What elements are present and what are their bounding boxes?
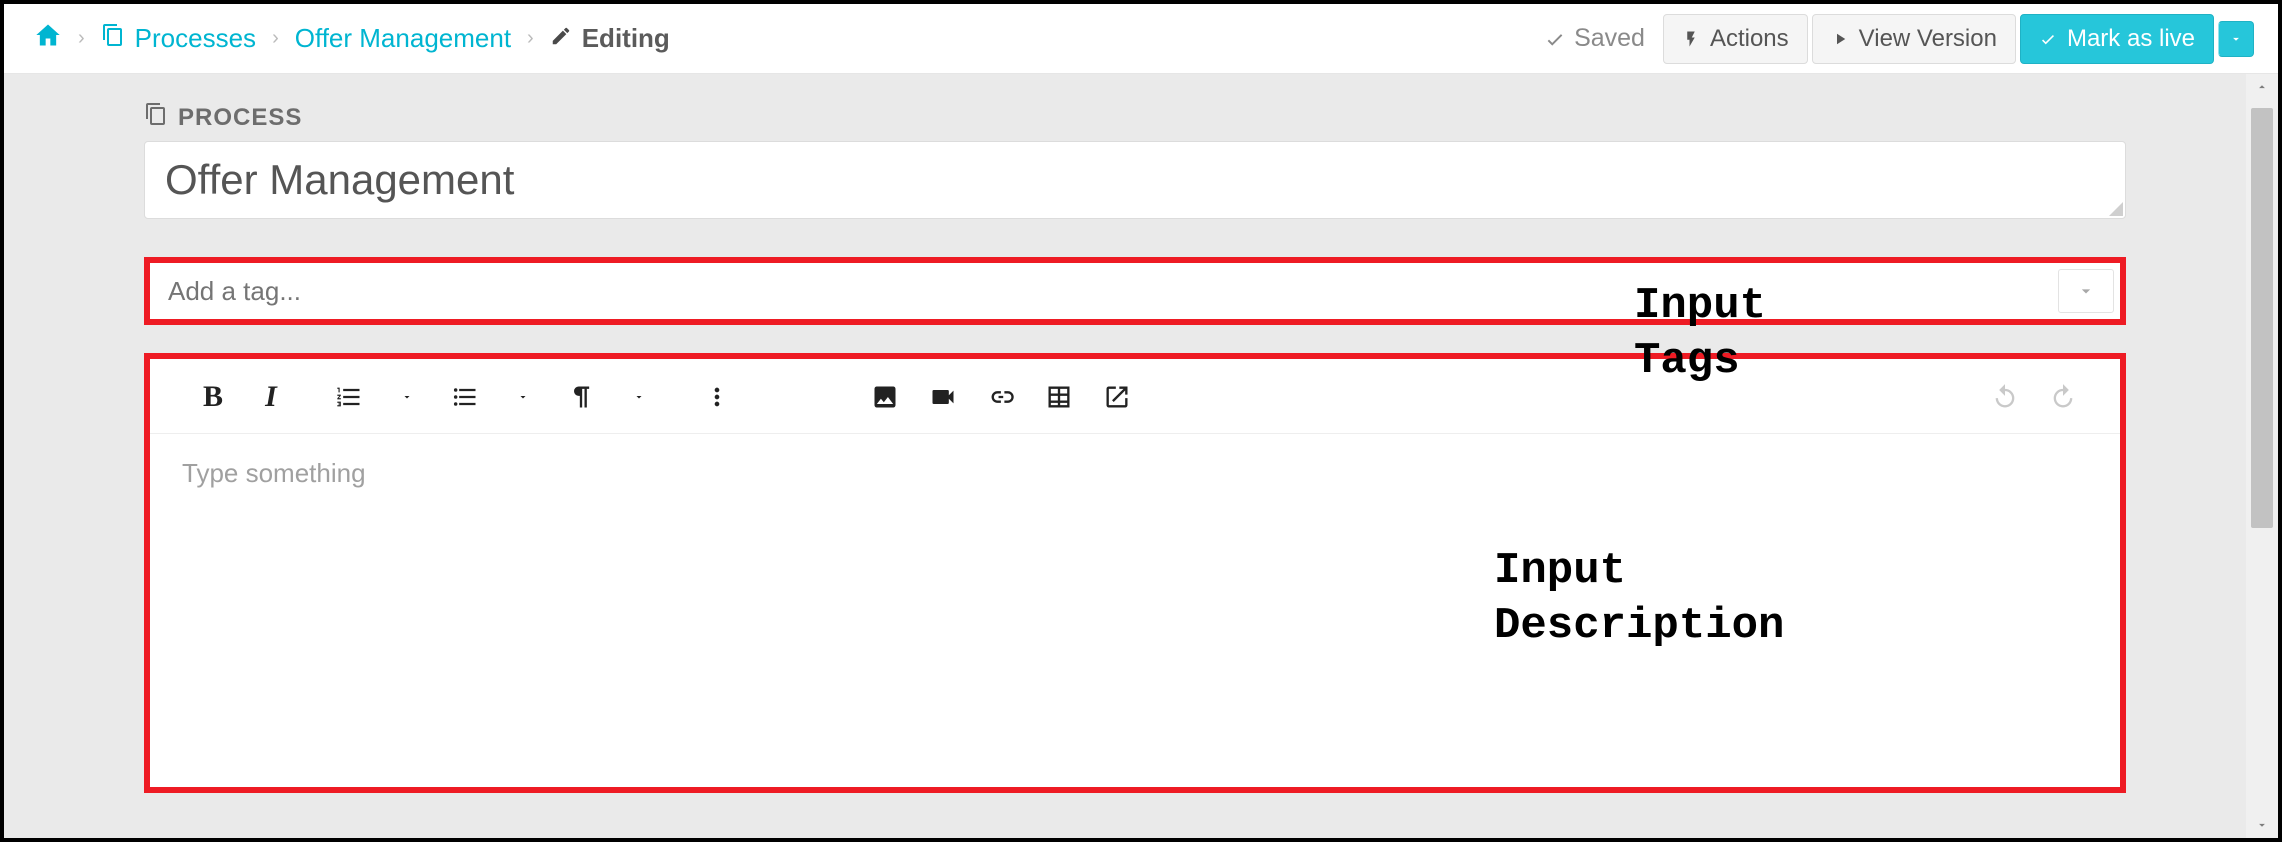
caret-down-icon bbox=[517, 391, 529, 403]
mark-as-live-button-label: Mark as live bbox=[2067, 25, 2195, 53]
title-field[interactable] bbox=[144, 141, 2126, 219]
insert-image-button[interactable] bbox=[856, 375, 914, 419]
video-icon bbox=[929, 383, 957, 411]
copy-icon bbox=[101, 23, 125, 54]
check-icon bbox=[2039, 30, 2057, 48]
editor-toolbar: B I bbox=[150, 359, 2120, 434]
bolt-icon bbox=[1682, 30, 1700, 48]
tag-dropdown-toggle[interactable] bbox=[2058, 269, 2114, 313]
image-icon bbox=[871, 383, 899, 411]
content-viewport: PROCESS B I bbox=[4, 74, 2246, 838]
mark-as-live-dropdown[interactable] bbox=[2218, 21, 2254, 57]
section-label: PROCESS bbox=[144, 102, 2126, 133]
description-editor: B I bbox=[144, 353, 2126, 793]
link-icon bbox=[987, 383, 1015, 411]
tag-field[interactable] bbox=[144, 257, 2126, 325]
paragraph-format-dropdown[interactable] bbox=[610, 375, 668, 419]
home-icon[interactable] bbox=[34, 21, 62, 56]
breadcrumb-offer-management[interactable]: Offer Management bbox=[295, 23, 511, 54]
scrollbar-arrow-down[interactable] bbox=[2246, 812, 2278, 838]
undo-icon bbox=[1991, 383, 2019, 411]
insert-video-button[interactable] bbox=[914, 375, 972, 419]
breadcrumb-editing: Editing bbox=[550, 23, 670, 54]
ordered-list-button[interactable] bbox=[320, 375, 378, 419]
breadcrumb-separator: › bbox=[78, 27, 85, 50]
pencil-icon bbox=[550, 23, 572, 54]
saved-label: Saved bbox=[1574, 24, 1645, 53]
breadcrumb-editing-label: Editing bbox=[582, 23, 670, 54]
check-icon bbox=[1544, 28, 1566, 50]
ordered-list-dropdown[interactable] bbox=[378, 375, 436, 419]
scrollbar-arrow-up[interactable] bbox=[2246, 74, 2278, 100]
more-vertical-icon bbox=[703, 383, 731, 411]
copy-icon bbox=[144, 102, 168, 133]
actions-button[interactable]: Actions bbox=[1663, 14, 1808, 64]
actions-button-label: Actions bbox=[1710, 25, 1789, 53]
breadcrumb-separator: › bbox=[527, 27, 534, 50]
breadcrumb-separator: › bbox=[272, 27, 279, 50]
tag-input[interactable] bbox=[150, 263, 2058, 319]
section-label-text: PROCESS bbox=[178, 104, 302, 132]
saved-indicator: Saved bbox=[1544, 24, 1645, 53]
unordered-list-dropdown[interactable] bbox=[494, 375, 552, 419]
redo-icon bbox=[2049, 383, 2077, 411]
caret-down-icon bbox=[2255, 818, 2269, 832]
view-version-button-label: View Version bbox=[1859, 25, 1997, 53]
chevron-down-icon bbox=[2076, 281, 2096, 301]
more-options-button[interactable] bbox=[688, 375, 746, 419]
caret-up-icon bbox=[2255, 80, 2269, 94]
breadcrumb: › Processes › Offer Management › Editing bbox=[34, 21, 670, 56]
play-icon bbox=[1831, 30, 1849, 48]
bold-button[interactable]: B bbox=[184, 375, 242, 419]
external-link-icon bbox=[1103, 383, 1131, 411]
table-icon bbox=[1045, 383, 1073, 411]
breadcrumb-offer-management-label: Offer Management bbox=[295, 23, 511, 54]
breadcrumb-processes[interactable]: Processes bbox=[101, 23, 256, 54]
vertical-scrollbar[interactable] bbox=[2246, 74, 2278, 838]
open-external-button[interactable] bbox=[1088, 375, 1146, 419]
caret-down-icon bbox=[2229, 32, 2243, 46]
mark-as-live-button[interactable]: Mark as live bbox=[2020, 14, 2214, 64]
caret-down-icon bbox=[401, 391, 413, 403]
italic-button[interactable]: I bbox=[242, 375, 300, 419]
description-textarea[interactable] bbox=[182, 458, 2088, 763]
topbar: › Processes › Offer Management › Editing… bbox=[4, 4, 2278, 74]
page: PROCESS B I bbox=[4, 74, 2246, 793]
action-bar: Saved Actions View Version Mark as live bbox=[1544, 14, 2254, 64]
redo-button[interactable] bbox=[2034, 375, 2092, 419]
editor-body[interactable] bbox=[150, 434, 2120, 787]
undo-button[interactable] bbox=[1976, 375, 2034, 419]
breadcrumb-processes-label: Processes bbox=[135, 23, 256, 54]
process-title-input[interactable] bbox=[145, 142, 2125, 218]
scrollbar-thumb[interactable] bbox=[2251, 108, 2273, 528]
insert-link-button[interactable] bbox=[972, 375, 1030, 419]
insert-table-button[interactable] bbox=[1030, 375, 1088, 419]
view-version-button[interactable]: View Version bbox=[1812, 14, 2016, 64]
unordered-list-button[interactable] bbox=[436, 375, 494, 419]
paragraph-format-button[interactable] bbox=[552, 375, 610, 419]
caret-down-icon bbox=[633, 391, 645, 403]
